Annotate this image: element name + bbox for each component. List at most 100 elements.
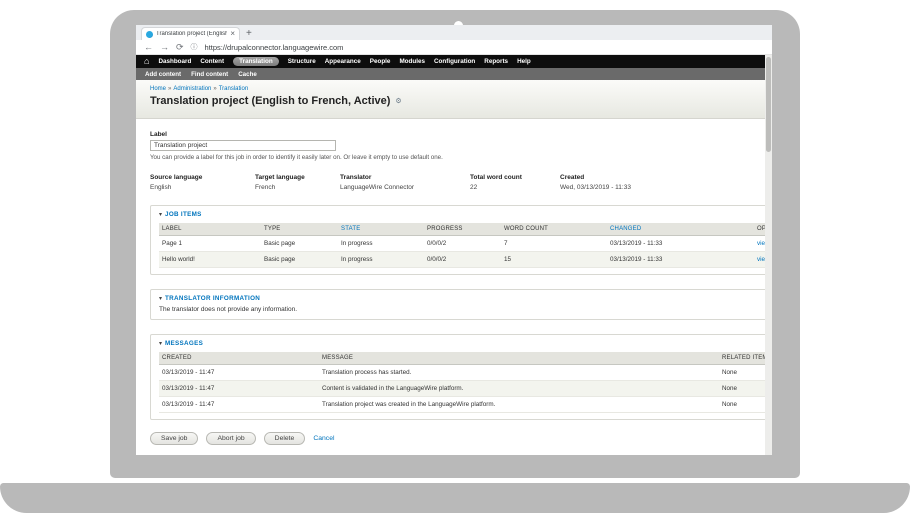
- back-icon[interactable]: ←: [144, 43, 153, 52]
- abort-job-button[interactable]: Abort job: [206, 432, 255, 445]
- messages-legend-link[interactable]: MESSAGES: [165, 340, 203, 347]
- url-bar: ← → ⟳ ⓘ https://drupalconnector.language…: [136, 40, 772, 55]
- tab-title: Translation project (English to F: [156, 31, 227, 37]
- shortcut-bar: Add content Find content Cache: [136, 68, 772, 80]
- messages-legend[interactable]: ▾ MESSAGES: [159, 340, 772, 347]
- translator-information-text: The translator does not provide any info…: [159, 306, 772, 313]
- job-items-legend[interactable]: ▾ JOB ITEMS: [159, 211, 772, 218]
- shortcut-add-content[interactable]: Add content: [145, 71, 181, 78]
- col-created: CREATED: [159, 352, 319, 365]
- summary-label: Source language: [150, 174, 255, 181]
- cancel-link[interactable]: Cancel: [313, 435, 334, 442]
- job-item-row: Page 1 Basic page In progress 0/0/0/2 7 …: [159, 236, 772, 252]
- message-row: 03/13/2019 - 11:47 Content is validated …: [159, 381, 772, 397]
- save-job-button[interactable]: Save job: [150, 432, 198, 445]
- col-progress: PROGRESS: [424, 223, 501, 236]
- message-row: 03/13/2019 - 11:47 Translation project w…: [159, 397, 772, 413]
- summary-label: Translator: [340, 174, 470, 181]
- scrollbar-thumb[interactable]: [766, 57, 771, 152]
- col-message: MESSAGE: [319, 352, 719, 365]
- job-items-legend-link[interactable]: JOB ITEMS: [165, 211, 202, 218]
- breadcrumb-link-administration[interactable]: Administration: [173, 86, 211, 92]
- label-input[interactable]: [150, 140, 336, 151]
- job-items-table: LABEL TYPE STATE PROGRESS WORD COUNT CHA…: [159, 223, 772, 268]
- cell-word-count: 15: [501, 252, 607, 268]
- messages-table: CREATED MESSAGE RELATED ITEM 03/13/2019 …: [159, 352, 772, 413]
- delete-button[interactable]: Delete: [264, 432, 306, 445]
- job-items-fieldset: ▾ JOB ITEMS LABEL TYPE STATE PROGRESS WO…: [150, 205, 772, 275]
- toolbar-item-dashboard[interactable]: Dashboard: [158, 58, 191, 65]
- cell-type: Basic page: [261, 236, 338, 252]
- page-header: Home»Administration»Translation Translat…: [136, 80, 772, 119]
- page-title: Translation project (English to French, …: [150, 95, 772, 107]
- col-word-count: WORD COUNT: [501, 223, 607, 236]
- new-tab-button[interactable]: +: [246, 27, 252, 40]
- info-icon[interactable]: ⓘ: [191, 42, 198, 52]
- summary-value: English: [150, 184, 255, 191]
- col-state: STATE: [338, 223, 424, 236]
- admin-toolbar: ⌂ Dashboard Content Translation Structur…: [136, 55, 772, 68]
- toolbar-item-translation[interactable]: Translation: [233, 57, 279, 66]
- summary-created: Created Wed, 03/13/2019 - 11:33: [560, 174, 631, 191]
- breadcrumb-link-home[interactable]: Home: [150, 86, 166, 92]
- sort-changed-link[interactable]: CHANGED: [610, 226, 641, 232]
- reload-icon[interactable]: ⟳: [176, 43, 184, 52]
- cell-message: Translation project was created in the L…: [319, 397, 719, 413]
- cell-created: 03/13/2019 - 11:47: [159, 397, 319, 413]
- summary-label: Total word count: [470, 174, 560, 181]
- summary-label: Target language: [255, 174, 340, 181]
- browser-screen: Translation project (English to F × + ← …: [136, 25, 772, 455]
- job-item-row: Hello world! Basic page In progress 0/0/…: [159, 252, 772, 268]
- cell-label: Hello world!: [159, 252, 261, 268]
- collapse-arrow-icon: ▾: [159, 295, 162, 302]
- sort-state-link[interactable]: STATE: [341, 226, 360, 232]
- cell-state: In progress: [338, 252, 424, 268]
- forward-icon[interactable]: →: [160, 43, 169, 52]
- summary-label: Created: [560, 174, 631, 181]
- browser-tab[interactable]: Translation project (English to F ×: [141, 27, 240, 40]
- drupal-favicon-icon: [146, 31, 153, 38]
- tab-close-icon[interactable]: ×: [230, 30, 235, 38]
- summary-source-language: Source language English: [150, 174, 255, 191]
- breadcrumb-separator: »: [168, 86, 171, 92]
- breadcrumb-link-translation[interactable]: Translation: [219, 86, 248, 92]
- page-title-text: Translation project (English to French, …: [150, 95, 390, 107]
- col-label: LABEL: [159, 223, 261, 236]
- shortcut-find-content[interactable]: Find content: [191, 71, 228, 78]
- cell-changed: 03/13/2019 - 11:33: [607, 236, 754, 252]
- col-type: TYPE: [261, 223, 338, 236]
- home-icon[interactable]: ⌂: [144, 57, 149, 66]
- cell-created: 03/13/2019 - 11:47: [159, 381, 319, 397]
- toolbar-item-appearance[interactable]: Appearance: [325, 58, 361, 65]
- toolbar-item-reports[interactable]: Reports: [484, 58, 508, 65]
- summary-target-language: Target language French: [255, 174, 340, 191]
- summary-translator: Translator LanguageWire Connector: [340, 174, 470, 191]
- help-gear-icon[interactable]: ⚙: [395, 97, 401, 105]
- cell-created: 03/13/2019 - 11:47: [159, 365, 319, 381]
- translator-information-legend-link[interactable]: TRANSLATOR INFORMATION: [165, 295, 260, 302]
- page-scrollbar[interactable]: [765, 55, 772, 455]
- toolbar-item-structure[interactable]: Structure: [288, 58, 316, 65]
- laptop-base: [0, 483, 910, 513]
- label-field-group: Label You can provide a label for this j…: [150, 131, 772, 161]
- toolbar-item-people[interactable]: People: [370, 58, 391, 65]
- cell-type: Basic page: [261, 252, 338, 268]
- summary-value: 22: [470, 184, 560, 191]
- summary-value: LanguageWire Connector: [340, 184, 470, 191]
- job-summary: Source language English Target language …: [150, 174, 772, 191]
- label-field-description: You can provide a label for this job in …: [150, 154, 772, 161]
- address-url[interactable]: https://drupalconnector.languagewire.com: [205, 43, 344, 52]
- cell-state: In progress: [338, 236, 424, 252]
- toolbar-item-content[interactable]: Content: [200, 58, 224, 65]
- summary-value: French: [255, 184, 340, 191]
- toolbar-item-configuration[interactable]: Configuration: [434, 58, 475, 65]
- shortcut-cache[interactable]: Cache: [238, 71, 257, 78]
- toolbar-item-modules[interactable]: Modules: [399, 58, 425, 65]
- toolbar-item-help[interactable]: Help: [517, 58, 531, 65]
- col-changed: CHANGED: [607, 223, 754, 236]
- cell-message: Translation process has started.: [319, 365, 719, 381]
- translator-information-legend[interactable]: ▾ TRANSLATOR INFORMATION: [159, 295, 772, 302]
- cell-progress: 0/0/0/2: [424, 252, 501, 268]
- main-content: Label You can provide a label for this j…: [136, 119, 772, 445]
- collapse-arrow-icon: ▾: [159, 340, 162, 347]
